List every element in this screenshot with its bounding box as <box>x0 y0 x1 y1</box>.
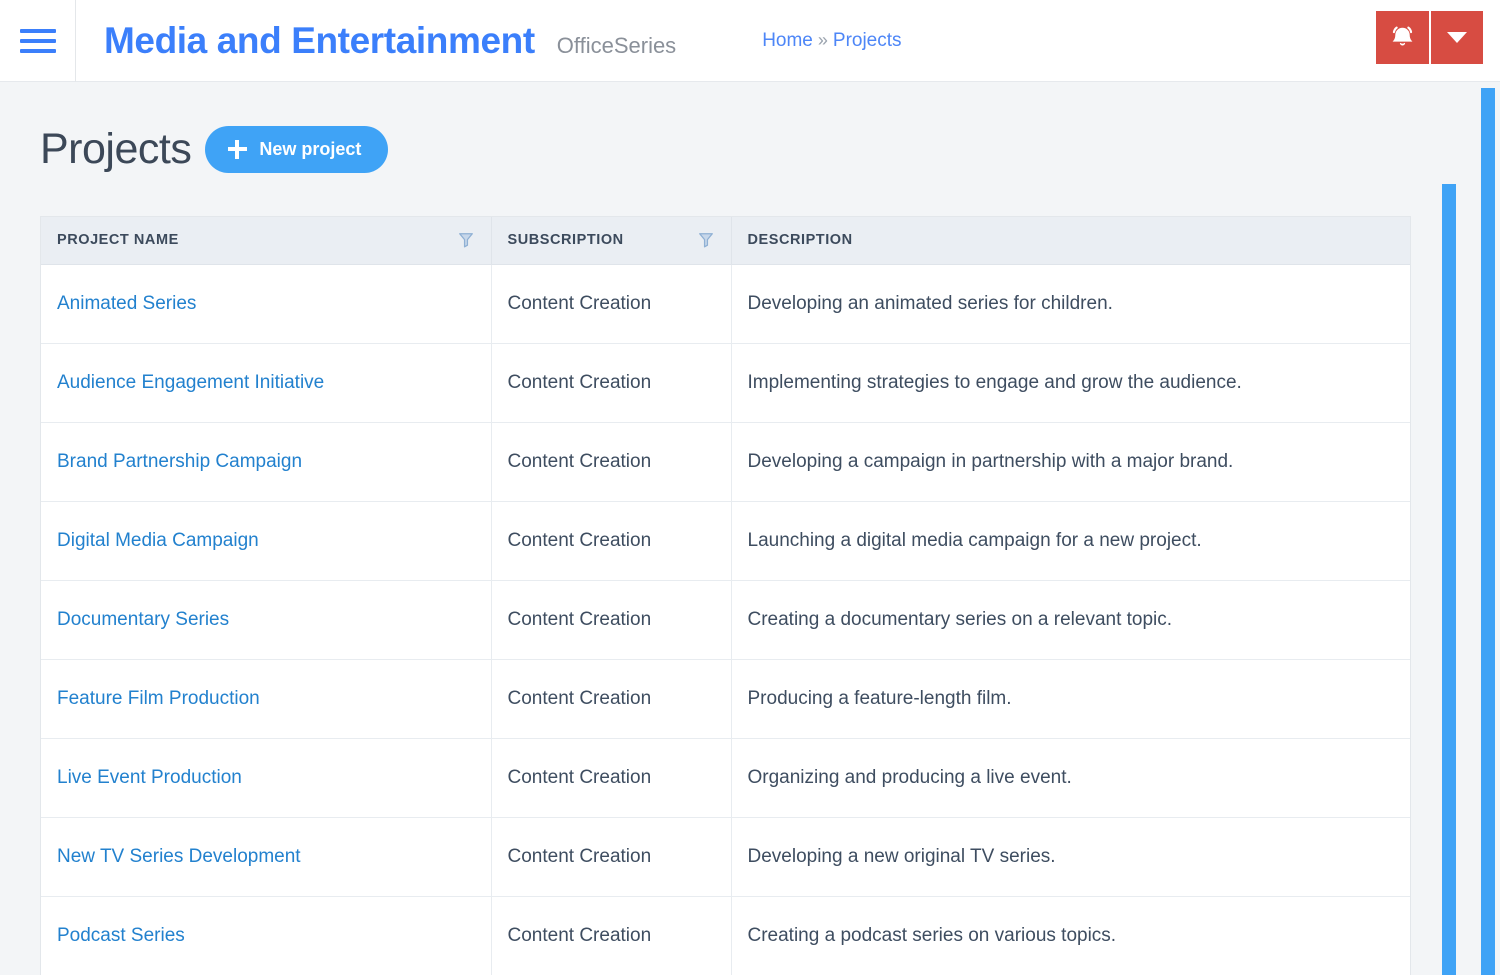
breadcrumb-separator: » <box>817 29 828 50</box>
breadcrumb-item-projects[interactable]: Projects <box>833 30 902 52</box>
cell-project-name: Brand Partnership Campaign <box>41 422 492 502</box>
cell-description: Creating a podcast series on various top… <box>731 896 1410 975</box>
topbar-actions <box>1376 11 1483 64</box>
hamburger-bar <box>19 28 56 33</box>
cell-description: Organizing and producing a live event. <box>731 738 1410 818</box>
notification-bell-button[interactable] <box>1376 11 1429 64</box>
page-title: Projects <box>40 125 192 173</box>
top-header-bar: Media and Entertainment OfficeSeries Hom… <box>0 0 1500 82</box>
project-name-link[interactable]: Brand Partnership Campaign <box>57 451 302 472</box>
cell-project-name: Documentary Series <box>41 580 492 660</box>
page-content: Projects New project PROJECT NAME SUBSCR… <box>0 82 1500 975</box>
cell-description: Developing a new original TV series. <box>731 817 1410 897</box>
cell-description: Developing a campaign in partnership wit… <box>731 422 1410 502</box>
new-project-button[interactable]: New project <box>205 126 389 173</box>
project-name-link[interactable]: New TV Series Development <box>57 846 301 867</box>
hamburger-bar <box>19 48 56 53</box>
cell-subscription: Content Creation <box>491 896 732 975</box>
project-name-link[interactable]: Podcast Series <box>57 925 185 946</box>
cell-description: Producing a feature-length film. <box>731 659 1410 739</box>
filter-funnel-icon[interactable] <box>457 231 475 249</box>
column-header-description[interactable]: DESCRIPTION <box>731 217 1410 265</box>
column-header-subscription[interactable]: SUBSCRIPTION <box>491 217 732 265</box>
table-row: Animated Series Content Creation Developin… <box>41 264 1410 344</box>
filter-funnel-icon[interactable] <box>697 231 715 249</box>
column-header-label: PROJECT NAME <box>57 232 179 249</box>
cell-subscription: Content Creation <box>491 738 732 818</box>
table-row: Feature Film Production Content Creation P… <box>41 659 1410 739</box>
page-header: Projects New project <box>0 82 1500 173</box>
table-row: Documentary Series Content Creation Creati… <box>41 580 1410 660</box>
hamburger-bar <box>19 38 56 43</box>
cell-subscription: Content Creation <box>491 501 732 581</box>
project-name-link[interactable]: Feature Film Production <box>57 688 260 709</box>
inner-vertical-scrollbar-thumb[interactable] <box>1442 184 1456 975</box>
cell-description: Developing an animated series for childr… <box>731 264 1410 344</box>
outer-vertical-scrollbar-thumb[interactable] <box>1481 88 1495 975</box>
cell-description: Launching a digital media campaign for a… <box>731 501 1410 581</box>
table-row: Brand Partnership Campaign Content Creati… <box>41 422 1410 502</box>
cell-project-name: Live Event Production <box>41 738 492 818</box>
cell-project-name: Audience Engagement Initiative <box>41 343 492 423</box>
project-name-link[interactable]: Digital Media Campaign <box>57 530 259 551</box>
projects-table-container: PROJECT NAME SUBSCRIPTION DESCRIPTION An… <box>40 216 1411 975</box>
project-name-link[interactable]: Live Event Production <box>57 767 242 788</box>
project-name-link[interactable]: Audience Engagement Initiative <box>57 372 324 393</box>
breadcrumb: Home » Projects <box>762 30 901 52</box>
table-header: PROJECT NAME SUBSCRIPTION DESCRIPTION <box>41 217 1410 265</box>
cell-project-name: Animated Series <box>41 264 492 344</box>
hamburger-menu-icon[interactable] <box>0 0 76 82</box>
table-row: Live Event Production Content Creation Org… <box>41 738 1410 818</box>
cell-project-name: Feature Film Production <box>41 659 492 739</box>
brand-title: Media and Entertainment <box>104 19 535 61</box>
breadcrumb-item-home[interactable]: Home <box>762 30 813 52</box>
table-header-row: PROJECT NAME SUBSCRIPTION DESCRIPTION <box>41 217 1410 265</box>
cell-description: Implementing strategies to engage and gr… <box>731 343 1410 423</box>
cell-description: Creating a documentary series on a relev… <box>731 580 1410 660</box>
column-header-project-name[interactable]: PROJECT NAME <box>41 217 492 265</box>
project-name-link[interactable]: Animated Series <box>57 293 196 314</box>
table-row: Audience Engagement Initiative Content Cr… <box>41 343 1410 423</box>
plus-icon <box>228 140 248 159</box>
project-name-link[interactable]: Documentary Series <box>57 609 229 630</box>
brand: Media and Entertainment OfficeSeries <box>76 20 676 62</box>
new-project-button-label: New project <box>259 139 362 159</box>
cell-subscription: Content Creation <box>491 343 732 423</box>
topbar-dropdown-button[interactable] <box>1431 11 1483 64</box>
cell-subscription: Content Creation <box>491 580 732 660</box>
cell-project-name: New TV Series Development <box>41 817 492 897</box>
cell-project-name: Digital Media Campaign <box>41 501 492 581</box>
brand-subtitle: OfficeSeries <box>556 32 677 58</box>
caret-down-icon <box>1447 32 1467 43</box>
column-header-label: SUBSCRIPTION <box>507 232 624 249</box>
cell-subscription: Content Creation <box>491 264 732 344</box>
cell-subscription: Content Creation <box>491 422 732 502</box>
column-header-label: DESCRIPTION <box>747 232 853 249</box>
projects-table: PROJECT NAME SUBSCRIPTION DESCRIPTION An… <box>41 217 1410 975</box>
table-row: Digital Media Campaign Content Creation La… <box>41 501 1410 581</box>
table-row: New TV Series Development Content Creatio… <box>41 817 1410 897</box>
alarm-bell-icon <box>1389 23 1416 53</box>
table-row: Podcast Series Content Creation Creating a… <box>41 896 1410 975</box>
cell-project-name: Podcast Series <box>41 896 492 975</box>
cell-subscription: Content Creation <box>491 659 732 739</box>
cell-subscription: Content Creation <box>491 817 732 897</box>
table-body: Animated Series Content Creation Developin… <box>41 264 1410 975</box>
